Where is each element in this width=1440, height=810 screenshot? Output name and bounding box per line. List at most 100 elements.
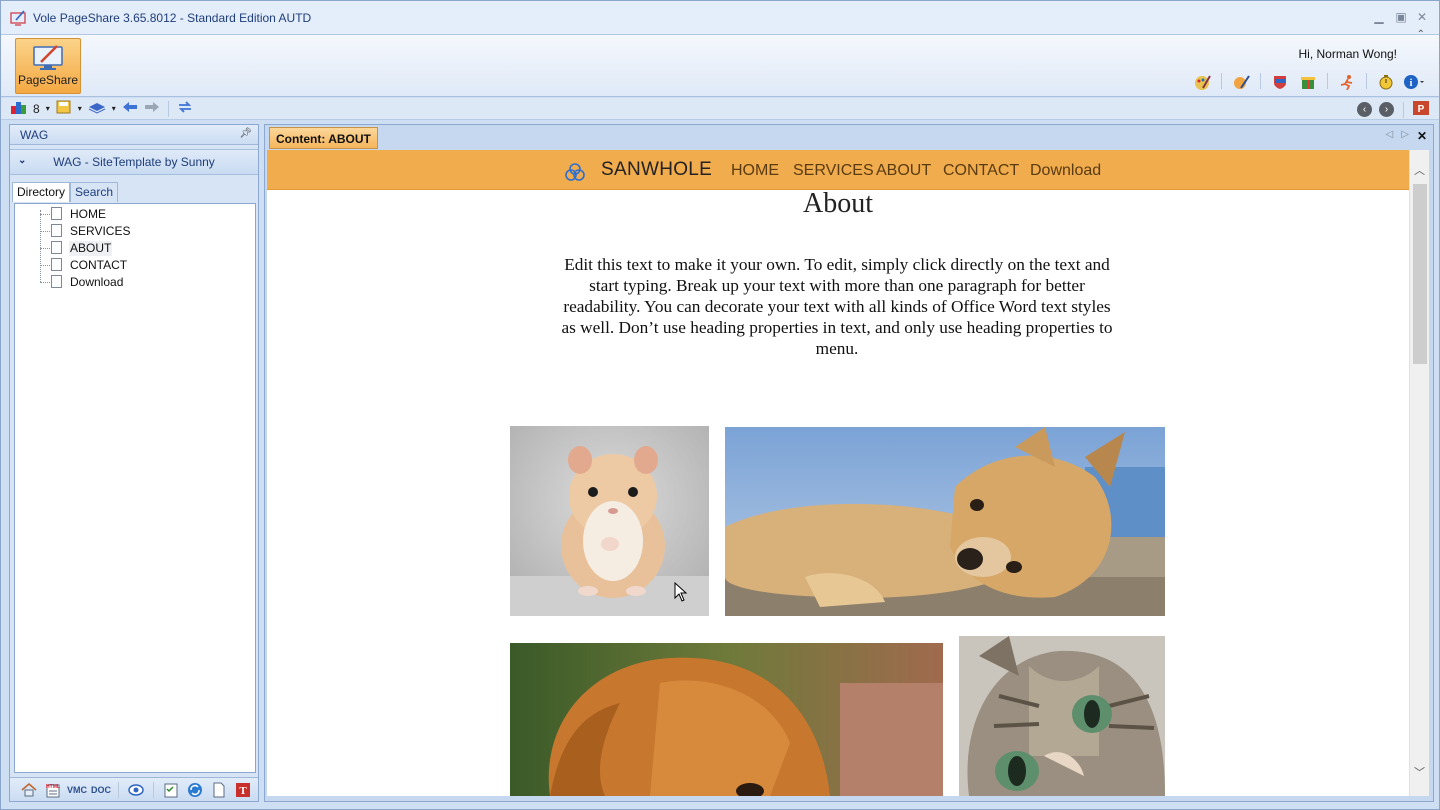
close-document-icon[interactable]: ✕ [1417, 129, 1427, 143]
refresh-icon[interactable] [186, 782, 204, 798]
app-logo-icon [10, 9, 26, 26]
tree-line [40, 210, 41, 282]
nav-link-home[interactable]: HOME [731, 162, 779, 180]
maximize-icon[interactable]: ▣ [1393, 10, 1409, 24]
save-icon[interactable] [56, 100, 72, 117]
pane-tabs: Directory Search [12, 182, 119, 202]
page-icon [51, 258, 62, 271]
tree-line [40, 231, 50, 232]
back-arrow-icon[interactable] [122, 101, 138, 116]
document-controls: ◁ ▷ ✕ [1386, 129, 1427, 143]
user-greeting: Hi, Norman Wong! [1298, 47, 1397, 61]
tree-item-services[interactable]: SERVICES [69, 224, 131, 239]
separator [153, 781, 154, 798]
vertical-scrollbar[interactable]: ︿ ﹀ [1409, 150, 1429, 796]
site-count[interactable]: 8 [33, 102, 40, 116]
scroll-down-icon[interactable]: ﹀ [1414, 764, 1425, 780]
page-icon [51, 241, 62, 254]
shield-icon[interactable] [1269, 73, 1291, 91]
vmc-icon[interactable]: VMC [67, 782, 87, 798]
nav-link-services[interactable]: SERVICES [793, 162, 874, 180]
quick-toolbar: 8 ▾ ▾ ▾ [1, 98, 1439, 120]
close-icon[interactable]: ✕ [1414, 10, 1430, 24]
svg-text:i: i [1410, 78, 1413, 89]
site-selector[interactable]: ⌄ WAG - SiteTemplate by Sunny [10, 149, 258, 175]
nav-link-download[interactable]: Download [1030, 162, 1101, 180]
pageshare-button[interactable]: PageShare [15, 38, 81, 94]
pageshare-label: PageShare [17, 73, 79, 87]
ribbon-tools: i [1191, 73, 1425, 91]
quick-toolbar-right: ‹ › P [1357, 100, 1429, 119]
dropdown-arrow-icon[interactable]: ▾ [78, 104, 82, 113]
separator [1327, 73, 1328, 89]
pin-icon[interactable]: 📌︎ [239, 128, 252, 139]
sites-icon[interactable] [11, 100, 27, 117]
scroll-tabs-left-icon[interactable]: ◁ [1386, 129, 1394, 143]
tree-item-about[interactable]: ABOUT [69, 241, 113, 256]
timer-icon[interactable] [1375, 73, 1397, 91]
wizard-icon[interactable] [1230, 73, 1252, 91]
nav-link-contact[interactable]: CONTACT [943, 162, 1019, 180]
page-title[interactable]: About [267, 188, 1409, 220]
separator [118, 781, 119, 798]
page-icon [51, 275, 62, 288]
app-window: Vole PageShare 3.65.8012 - Standard Edit… [0, 0, 1440, 810]
runner-icon[interactable] [1336, 73, 1358, 91]
collapse-ribbon-icon[interactable]: ⌃ [1417, 29, 1425, 40]
pane-title: WAG [20, 127, 49, 142]
dropdown-arrow-icon[interactable]: ▾ [46, 104, 50, 113]
window-title: Vole PageShare 3.65.8012 - Standard Edit… [33, 10, 312, 25]
mouse-cursor-icon [674, 582, 688, 602]
tree-item-home[interactable]: HOME [69, 207, 107, 222]
new-page-icon[interactable] [210, 782, 228, 798]
tree-item-contact[interactable]: CONTACT [69, 258, 128, 273]
svg-text:T: T [239, 785, 247, 797]
chevron-down-icon[interactable]: ⌄ [18, 155, 26, 166]
nav-link-about[interactable]: ABOUT [876, 162, 931, 180]
previous-icon[interactable]: ‹ [1357, 102, 1372, 117]
site-brand[interactable]: SANWHOLE [601, 159, 712, 181]
tab-directory[interactable]: Directory [12, 182, 71, 202]
dropdown-arrow-icon[interactable]: ▾ [112, 104, 116, 113]
kitten-photo[interactable] [959, 636, 1165, 796]
preview-eye-icon[interactable] [127, 782, 145, 798]
palette-icon[interactable] [1191, 73, 1213, 91]
site-explorer-pane: WAG 📌︎ ⌄ WAG - SiteTemplate by Sunny Dir… [9, 124, 259, 802]
page-icon [51, 207, 62, 220]
golden-dog-photo[interactable] [510, 643, 943, 796]
separator [1260, 73, 1261, 89]
forward-arrow-icon[interactable] [144, 101, 160, 116]
text-tool-icon[interactable]: T [234, 782, 252, 798]
svg-text:P: P [1418, 104, 1425, 115]
layers-icon[interactable] [88, 100, 106, 117]
checklist-icon[interactable] [162, 782, 180, 798]
tree-line [40, 265, 50, 266]
ribbon: PageShare ⌃ Hi, Norman Wong! i [1, 29, 1439, 97]
site-title: WAG - SiteTemplate by Sunny [53, 155, 215, 169]
site-navbar: SANWHOLE HOME SERVICES ABOUT CONTACT Dow… [267, 150, 1409, 190]
body-paragraph[interactable]: Edit this text to make it your own. To e… [559, 254, 1115, 359]
gift-icon[interactable] [1297, 73, 1319, 91]
tree-line [40, 248, 50, 249]
separator [1403, 101, 1404, 118]
scroll-tabs-right-icon[interactable]: ▷ [1401, 129, 1409, 143]
tree-item-download[interactable]: Download [69, 275, 124, 290]
document-area: Content: ABOUT ◁ ▷ ✕ SANWHOLE HOME SERVI… [264, 124, 1434, 802]
scroll-up-icon[interactable]: ︿ [1414, 162, 1425, 178]
directory-tree: HOME SERVICES ABOUT CONTACT Download [14, 203, 256, 773]
puppy-lying-photo[interactable] [725, 427, 1165, 616]
scrollbar-thumb[interactable] [1413, 184, 1427, 364]
home-icon[interactable] [20, 782, 38, 798]
separator [1221, 73, 1222, 89]
page-preview: SANWHOLE HOME SERVICES ABOUT CONTACT Dow… [267, 150, 1409, 796]
tab-search[interactable]: Search [70, 182, 119, 202]
doc-icon[interactable]: DOC [91, 782, 111, 798]
sync-icon[interactable] [177, 100, 193, 117]
tree-line [40, 282, 50, 283]
next-icon[interactable]: › [1379, 102, 1394, 117]
tab-content-about[interactable]: Content: ABOUT [269, 127, 378, 149]
minimize-icon[interactable]: ▁ [1371, 10, 1387, 24]
html-icon[interactable]: HTML [44, 782, 62, 798]
powerpoint-icon[interactable]: P [1413, 100, 1429, 119]
info-icon[interactable]: i [1403, 73, 1425, 91]
